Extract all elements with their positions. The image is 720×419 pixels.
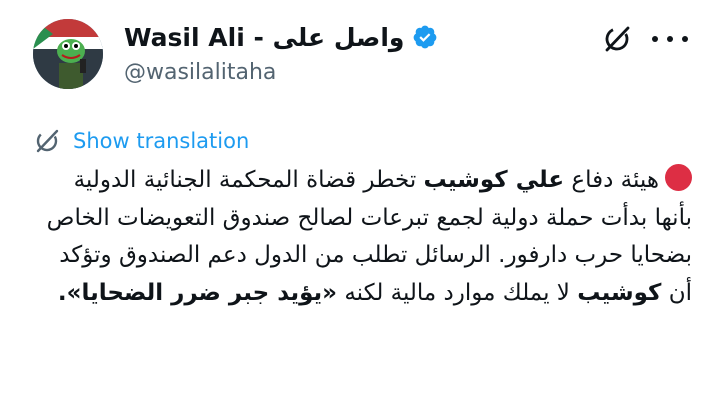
red-circle-icon: [665, 164, 692, 191]
tweet-segment: لا يملك موارد مالية لكنه: [337, 279, 578, 306]
tweet-bold-quote: «يؤيد جبر ضرر الضحايا».: [57, 279, 338, 306]
tweet-segment: هيئة دفاع: [564, 167, 659, 193]
tweet-bold-name: علي كوشيب: [423, 167, 565, 193]
dot: [667, 36, 673, 42]
grok-icon[interactable]: [600, 22, 634, 56]
globe-icon: [36, 129, 59, 153]
dot: [682, 36, 688, 42]
tweet-bold-name: كوشيب: [577, 279, 662, 306]
author-handle[interactable]: @wasilalitaha: [124, 60, 276, 85]
verified-badge-icon: [414, 25, 437, 49]
more-options-icon[interactable]: [652, 24, 688, 54]
tweet-text: هيئة دفاع علي كوشيب تخطر قضاة المحكمة ال…: [30, 162, 692, 312]
avatar[interactable]: [33, 19, 103, 89]
show-translation-row[interactable]: Show translation: [33, 126, 249, 156]
author-name-row[interactable]: Wasil Ali - واصل على: [124, 20, 438, 54]
author-display-name[interactable]: Wasil Ali - واصل على: [124, 23, 404, 52]
show-translation-link[interactable]: Show translation: [73, 129, 249, 153]
dot: [652, 36, 658, 42]
